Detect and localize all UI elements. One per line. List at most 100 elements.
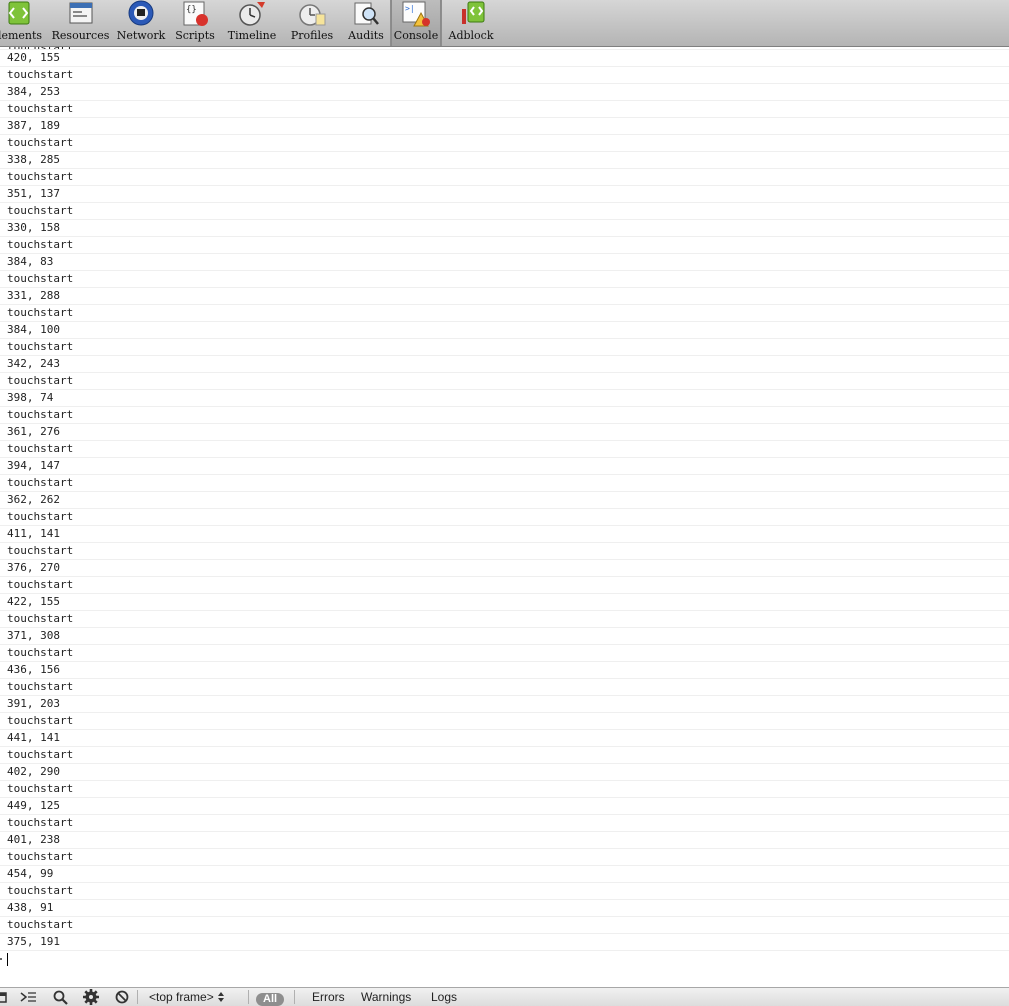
console-toggle-button[interactable] [19,988,39,1006]
svg-text:>|: >| [405,4,415,13]
filter-errors[interactable]: Errors [312,988,345,1006]
console-message: touchstart [0,577,1009,594]
prompt-marker [0,958,2,960]
console-message-list: touchstart420, 155touchstart384, 253touc… [0,47,1009,951]
gear-icon [83,989,99,1005]
frame-select[interactable]: <top frame> [149,988,228,1006]
tab-adblock-label: Adblock [448,29,494,42]
devtools-toolbar: Elements Resources Network {} Scripts Ti… [0,0,1009,47]
tab-profiles-label: Profiles [290,29,334,42]
filter-errors-label: Errors [312,990,345,1004]
console-icon: >| [401,0,431,28]
network-icon [126,0,156,28]
console-message: touchstart [0,135,1009,152]
console-message: touchstart [0,475,1009,492]
tab-audits-label: Audits [348,29,384,42]
svg-text:{}: {} [186,5,197,15]
console-message: 361, 276 [0,424,1009,441]
clear-icon [115,990,129,1004]
console-message: touchstart [0,645,1009,662]
console-message: 376, 270 [0,560,1009,577]
console-message: touchstart [0,271,1009,288]
filter-logs[interactable]: Logs [431,988,457,1006]
tab-resources[interactable]: Resources [52,0,109,46]
console-message: 362, 262 [0,492,1009,509]
filter-warnings[interactable]: Warnings [361,988,411,1006]
console-prompt-icon [20,992,36,1002]
console-message: touchstart [0,781,1009,798]
tab-scripts-label: Scripts [175,29,215,42]
search-icon [53,990,68,1005]
resources-icon [66,0,96,28]
console-message: touchstart [0,543,1009,560]
console-message: 384, 100 [0,322,1009,339]
console-message: touchstart [0,339,1009,356]
console-message: 384, 83 [0,254,1009,271]
elements-icon [1,0,31,28]
select-arrows-icon [217,992,224,1002]
console-message: touchstart [0,373,1009,390]
console-message: 402, 290 [0,764,1009,781]
tab-network[interactable]: Network [117,0,165,46]
console-message: 387, 189 [0,118,1009,135]
tab-profiles[interactable]: Profiles [285,0,339,46]
filter-logs-label: Logs [431,990,458,1004]
console-message: touchstart [0,883,1009,900]
console-message: 330, 158 [0,220,1009,237]
tab-elements[interactable]: Elements [0,0,42,46]
console-message: touchstart [0,679,1009,696]
search-button[interactable] [51,988,71,1006]
frame-select-value: <top frame> [149,990,214,1004]
timeline-icon [237,0,267,28]
console-message: 411, 141 [0,526,1009,543]
tab-console[interactable]: >| Console [391,0,441,46]
console-message: 338, 285 [0,152,1009,169]
console-message: touchstart [0,917,1009,934]
console-message: 441, 141 [0,730,1009,747]
statusbar-separator [294,990,295,1004]
console-message: 351, 137 [0,186,1009,203]
console-message: touchstart [0,713,1009,730]
console-message: touchstart [0,611,1009,628]
console-message: touchstart [0,849,1009,866]
dock-toggle-button[interactable] [0,988,8,1006]
console-message: 384, 253 [0,84,1009,101]
settings-button[interactable] [81,988,101,1006]
console-message: touchstart [0,237,1009,254]
tab-console-label: Console [393,29,439,42]
console-message: touchstart [0,747,1009,764]
console-message: 331, 288 [0,288,1009,305]
console-message: touchstart [0,509,1009,526]
console-message: touchstart [0,67,1009,84]
console-message: 394, 147 [0,458,1009,475]
filter-warnings-label: Warnings [361,990,412,1004]
console-message: touchstart [0,169,1009,186]
tab-audits[interactable]: Audits [345,0,387,46]
tab-scripts[interactable]: {} Scripts [171,0,219,46]
console-prompt[interactable] [0,951,1009,969]
console-message: 454, 99 [0,866,1009,883]
console-message: touchstart [0,407,1009,424]
clear-console-button[interactable] [112,988,132,1006]
tab-timeline[interactable]: Timeline [225,0,279,46]
statusbar-separator [248,990,249,1004]
console-message: 342, 243 [0,356,1009,373]
console-message: touchstart [0,203,1009,220]
console-message: 438, 91 [0,900,1009,917]
text-caret [7,953,8,966]
console-messages: touchstart420, 155touchstart384, 253touc… [0,47,1009,987]
tab-adblock[interactable]: Adblock [446,0,496,46]
console-message: touchstart [0,305,1009,322]
console-message: touchstart [0,815,1009,832]
filter-all-label: All [256,992,285,1006]
tab-network-label: Network [116,29,166,42]
tab-timeline-label: Timeline [227,29,277,42]
filter-all[interactable]: All [256,988,285,1006]
console-message: 391, 203 [0,696,1009,713]
console-message: touchstart [0,101,1009,118]
tab-elements-label: Elements [0,29,43,42]
adblock-icon [456,0,486,28]
console-message: 436, 156 [0,662,1009,679]
statusbar-separator [137,990,138,1004]
console-message: 422, 155 [0,594,1009,611]
